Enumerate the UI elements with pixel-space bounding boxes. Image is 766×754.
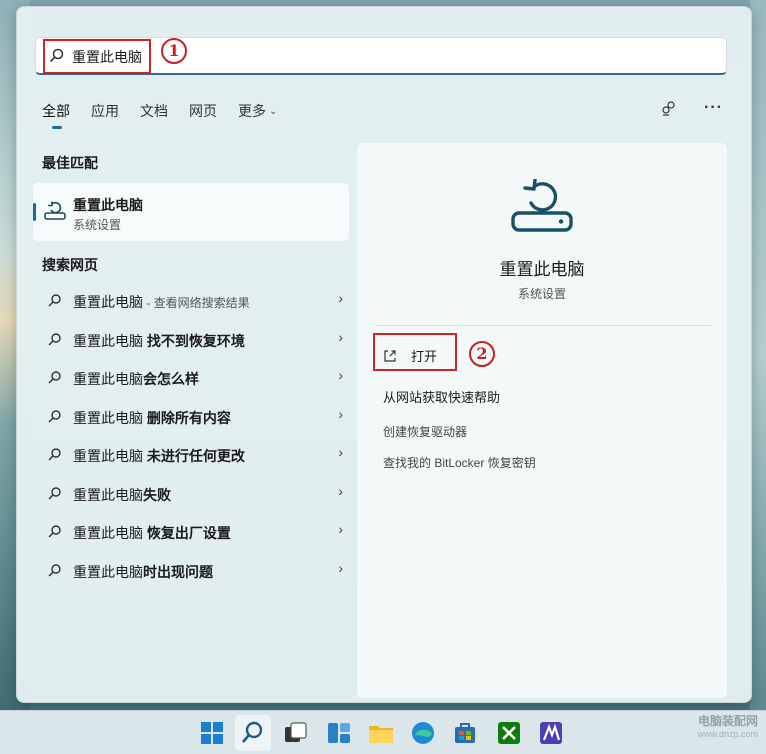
windows-start-icon[interactable] (198, 719, 226, 747)
edge-browser-icon[interactable] (409, 719, 437, 747)
annotation-step-2: 2 (469, 341, 495, 367)
list-item-text: 重置此电脑 恢复出厂设置 (73, 523, 231, 543)
list-item-prefix: 重置此电脑 (73, 332, 143, 349)
list-item-text: 重置此电脑 - 查看网络搜索结果 (73, 292, 250, 312)
search-icon (48, 409, 61, 423)
list-item-text: 重置此电脑时出现问题 (73, 562, 213, 582)
best-match-subtitle: 系统设置 (73, 218, 122, 232)
list-item[interactable]: 重置此电脑会怎么样 › (33, 359, 349, 398)
list-item-bold: 未进行任何更改 (143, 448, 245, 464)
annotation-box-search (43, 39, 151, 74)
annotation-box-open (373, 333, 457, 371)
chevron-right-icon: › (338, 482, 343, 499)
tab-all[interactable]: 全部 (42, 101, 70, 129)
search-icon (48, 448, 61, 461)
more-options-icon[interactable]: ··· (704, 99, 723, 117)
search-icon[interactable] (239, 719, 267, 747)
reset-pc-icon (511, 179, 573, 232)
list-item[interactable]: 重置此电脑 恢复出厂设置 › (33, 513, 349, 552)
list-item[interactable]: 重置此电脑 未进行任何更改 › (33, 436, 349, 475)
filter-tabs: 全部 应用 文档 网页 更多 ⌄ (42, 101, 298, 129)
list-item-text: 重置此电脑 删除所有内容 (73, 408, 231, 428)
selection-indicator (33, 203, 36, 221)
detail-subtitle: 系统设置 (517, 287, 566, 301)
list-item-text: 重置此电脑会怎么样 (73, 369, 199, 389)
list-item-text: 重置此电脑 找不到恢复环境 (73, 331, 245, 351)
reset-pc-icon (44, 201, 66, 220)
task-view-icon[interactable] (281, 719, 309, 747)
chevron-right-icon: › (338, 444, 343, 460)
list-item-bold: 找不到恢复环境 (143, 332, 245, 349)
list-item-prefix: 重置此电脑 (73, 486, 143, 503)
taskbar (0, 710, 766, 754)
desktop-wallpaper-right (750, 0, 766, 710)
list-item[interactable]: 重置此电脑时出现问题 › (33, 552, 349, 591)
list-item-prefix: 重置此电脑 (73, 409, 143, 426)
tab-apps[interactable]: 应用 (91, 101, 119, 129)
search-icon (48, 294, 61, 307)
search-icon (48, 486, 61, 500)
best-match-title: 重置此电脑 (73, 197, 143, 213)
chevron-right-icon: › (338, 367, 343, 383)
list-item-prefix: 重置此电脑 (73, 525, 143, 541)
store-icon[interactable] (451, 719, 479, 747)
tab-more[interactable]: 更多 ⌄ (238, 101, 277, 129)
list-item-bold: 失败 (143, 486, 171, 503)
list-item[interactable]: 重置此电脑 找不到恢复环境 › (33, 321, 349, 360)
best-match-result[interactable]: 重置此电脑 系统设置 (33, 183, 349, 241)
web-search-heading: 搜索网页 (42, 257, 98, 273)
widgets-icon[interactable] (325, 719, 353, 747)
search-icon (48, 563, 61, 577)
watermark-line1: 电脑装配网 (697, 714, 758, 728)
list-item-prefix: 重置此电脑 (73, 563, 143, 580)
chevron-right-icon: › (338, 521, 343, 537)
list-item-text: 重置此电脑 未进行任何更改 (73, 446, 245, 466)
chevron-right-icon: › (338, 559, 343, 576)
list-item-text: 重置此电脑失败 (73, 485, 171, 505)
list-item-bold: 恢复出厂设置 (143, 525, 231, 541)
web-search-list: 重置此电脑 - 查看网络搜索结果 › 重置此电脑 找不到恢复环境 › 重置此电脑… (33, 282, 349, 590)
chevron-right-icon: › (338, 405, 343, 422)
list-item-prefix: 重置此电脑 (73, 371, 143, 387)
tab-more-label: 更多 (238, 103, 266, 119)
annotation-step-1: 1 (161, 38, 187, 64)
app-icon[interactable] (537, 719, 565, 747)
list-item-bold: 会怎么样 (143, 371, 199, 387)
search-icon (48, 332, 61, 346)
header-actions: ··· (660, 99, 723, 117)
account-switch-icon[interactable] (660, 99, 678, 117)
list-item[interactable]: 重置此电脑 - 查看网络搜索结果 › (33, 282, 349, 321)
search-icon (48, 371, 61, 384)
file-explorer-icon[interactable] (367, 719, 395, 747)
quick-help-link[interactable]: 从网站获取快速帮助 (383, 387, 500, 406)
chevron-right-icon: › (338, 290, 343, 306)
detail-title: 重置此电脑 (499, 260, 585, 279)
chevron-right-icon: › (338, 328, 343, 345)
detail-pane: 重置此电脑 系统设置 打开 2 从网站获取快速帮助 创建恢复驱动器 查找我的 B… (357, 143, 727, 698)
xbox-icon[interactable] (495, 719, 523, 747)
list-item-bold: 删除所有内容 (143, 409, 231, 426)
list-item[interactable]: 重置此电脑失败 › (33, 475, 349, 514)
list-item-suffix: - 查看网络搜索结果 (143, 296, 250, 310)
chevron-down-icon: ⌄ (269, 105, 278, 117)
create-recovery-drive-link[interactable]: 创建恢复驱动器 (383, 423, 467, 440)
list-item[interactable]: 重置此电脑 删除所有内容 › (33, 398, 349, 437)
list-item-prefix: 重置此电脑 (73, 448, 143, 464)
best-match-heading: 最佳匹配 (42, 155, 98, 171)
start-search-panel: 重置此电脑 1 全部 应用 文档 网页 更多 ⌄ ··· 最佳匹配 重置此电脑 … (16, 6, 752, 703)
tab-documents[interactable]: 文档 (140, 101, 168, 129)
divider (375, 325, 711, 326)
tab-web[interactable]: 网页 (189, 101, 217, 129)
watermark-line2: www.dnzp.com (697, 729, 758, 739)
list-item-bold: 时出现问题 (143, 563, 213, 580)
bitlocker-key-link[interactable]: 查找我的 BitLocker 恢复密钥 (383, 454, 536, 471)
search-icon (48, 525, 61, 538)
watermark: 电脑装配网 www.dnzp.com (697, 712, 758, 739)
list-item-prefix: 重置此电脑 (73, 294, 143, 310)
